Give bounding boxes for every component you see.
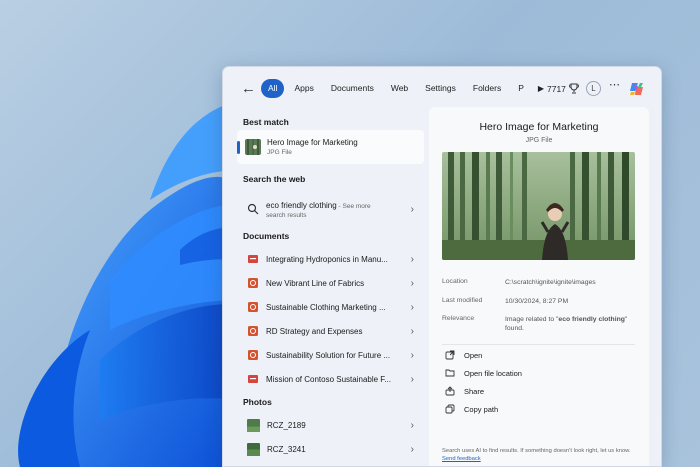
copilot-icon[interactable]	[628, 80, 646, 98]
powerpoint-icon	[248, 326, 258, 336]
document-item[interactable]: Integrating Hydroponics in Manu... ›	[239, 247, 424, 271]
search-icon	[247, 203, 259, 215]
trophy-icon[interactable]	[569, 83, 579, 94]
pdf-icon	[248, 375, 258, 383]
preview-subtitle: JPG File	[525, 137, 553, 144]
photo-thumbnail-icon	[247, 442, 260, 456]
chevron-right-icon: ›	[410, 373, 414, 385]
open-label: Open	[464, 350, 483, 360]
chevron-right-icon: ›	[410, 277, 414, 289]
chevron-right-icon: ›	[410, 253, 414, 265]
share-label: Share	[464, 386, 485, 396]
last-modified-value: 10/30/2024, 8:27 PM	[505, 298, 569, 305]
document-label: Sustainable Clothing Marketing ...	[266, 302, 386, 312]
document-item[interactable]: Sustainable Clothing Marketing ... ›	[239, 295, 424, 319]
copy-path-label: Copy path	[464, 404, 499, 414]
chevron-right-icon: ›	[410, 203, 414, 215]
selection-indicator	[237, 141, 240, 154]
relevance-prefix: Image related to "	[505, 316, 559, 323]
last-modified-label: Last modified	[442, 297, 483, 304]
chevron-right-icon: ›	[410, 419, 414, 431]
more-options-icon[interactable]: ⋯	[609, 78, 620, 91]
tab-web[interactable]: Web	[384, 79, 415, 98]
best-match-subtitle: JPG File	[267, 149, 292, 156]
tab-photos-truncated[interactable]: P	[511, 79, 531, 98]
preview-title: Hero Image for Marketing	[479, 121, 599, 133]
document-item[interactable]: Mission of Contoso Sustainable F... ›	[239, 367, 424, 391]
search-toolbar: ← All Apps Documents Web Settings Folder…	[223, 67, 661, 111]
web-result-subtitle: search results	[266, 211, 307, 219]
documents-heading: Documents	[243, 231, 290, 241]
open-file-location-action[interactable]: Open file location	[445, 366, 522, 380]
tab-folders[interactable]: Folders	[466, 79, 508, 98]
back-arrow-icon[interactable]: ←	[241, 80, 259, 98]
document-label: RD Strategy and Expenses	[266, 326, 363, 336]
chevron-right-icon: ›	[410, 349, 414, 361]
web-heading: Search the web	[243, 174, 306, 184]
share-action[interactable]: Share	[445, 384, 484, 398]
open-action[interactable]: Open	[445, 348, 482, 362]
chevron-right-icon: ›	[410, 301, 414, 313]
relevance-value: Image related to "eco friendly clothing"…	[505, 315, 635, 333]
location-label: Location	[442, 278, 468, 285]
powerpoint-icon	[248, 278, 258, 288]
search-panel: ← All Apps Documents Web Settings Folder…	[222, 66, 662, 467]
ai-disclaimer: Search uses AI to find results. If somet…	[442, 447, 642, 463]
document-label: Integrating Hydroponics in Manu...	[266, 254, 388, 264]
document-item[interactable]: New Vibrant Line of Fabrics ›	[239, 271, 424, 295]
document-label: New Vibrant Line of Fabrics	[266, 278, 365, 288]
image-thumbnail-icon	[245, 139, 261, 155]
preview-pane: Hero Image for Marketing JPG File Locati…	[429, 107, 649, 466]
divider	[442, 344, 635, 345]
location-value: C:\scratch\ignite\ignite\images	[505, 279, 596, 286]
photo-item[interactable]: RCZ_3241 ›	[239, 437, 424, 461]
rewards-points: 7717	[547, 84, 566, 94]
document-item[interactable]: Sustainability Solution for Future ... ›	[239, 343, 424, 367]
web-result-item[interactable]: eco friendly clothing - See more search …	[239, 195, 424, 223]
web-query: eco friendly clothing	[266, 200, 337, 210]
tab-all[interactable]: All	[261, 79, 285, 98]
share-icon	[445, 386, 455, 396]
powerpoint-icon	[248, 350, 258, 360]
copy-path-action[interactable]: Copy path	[445, 402, 498, 416]
photo-label: RCZ_2189	[267, 420, 306, 430]
tab-apps[interactable]: Apps	[287, 79, 320, 98]
preview-image[interactable]	[442, 152, 635, 260]
scroll-tabs-right-icon[interactable]: ▶	[534, 79, 548, 98]
folder-icon	[445, 369, 455, 377]
send-feedback-link[interactable]: Send feedback	[442, 456, 481, 462]
best-match-item[interactable]: Hero Image for Marketing JPG File	[237, 130, 424, 164]
tab-settings[interactable]: Settings	[418, 79, 463, 98]
disclaimer-text: Search uses AI to find results. If somet…	[442, 448, 631, 454]
document-item[interactable]: RD Strategy and Expenses ›	[239, 319, 424, 343]
open-external-icon	[445, 350, 455, 360]
filter-tabs: All Apps Documents Web Settings Folders …	[261, 79, 548, 98]
relevance-label: Relevance	[442, 315, 475, 322]
best-match-title: Hero Image for Marketing	[267, 138, 358, 147]
document-label: Sustainability Solution for Future ...	[266, 350, 391, 360]
pdf-icon	[248, 255, 258, 263]
powerpoint-icon	[248, 302, 258, 312]
chevron-right-icon: ›	[410, 443, 414, 455]
photo-item[interactable]: RCZ_2189 ›	[239, 413, 424, 437]
chevron-right-icon: ›	[410, 325, 414, 337]
tab-documents[interactable]: Documents	[324, 79, 381, 98]
copy-icon	[445, 404, 455, 414]
avatar[interactable]: L	[586, 81, 601, 96]
relevance-term: eco friendly clothing	[558, 316, 625, 323]
results-list: Best match Hero Image for Marketing JPG …	[223, 111, 428, 466]
web-see-more: - See more	[336, 202, 371, 210]
best-match-heading: Best match	[243, 117, 289, 127]
photo-thumbnail-icon	[247, 418, 260, 432]
open-file-location-label: Open file location	[464, 368, 522, 378]
document-label: Mission of Contoso Sustainable F...	[266, 374, 391, 384]
photos-heading: Photos	[243, 397, 272, 407]
photo-label: RCZ_3241	[267, 444, 306, 454]
